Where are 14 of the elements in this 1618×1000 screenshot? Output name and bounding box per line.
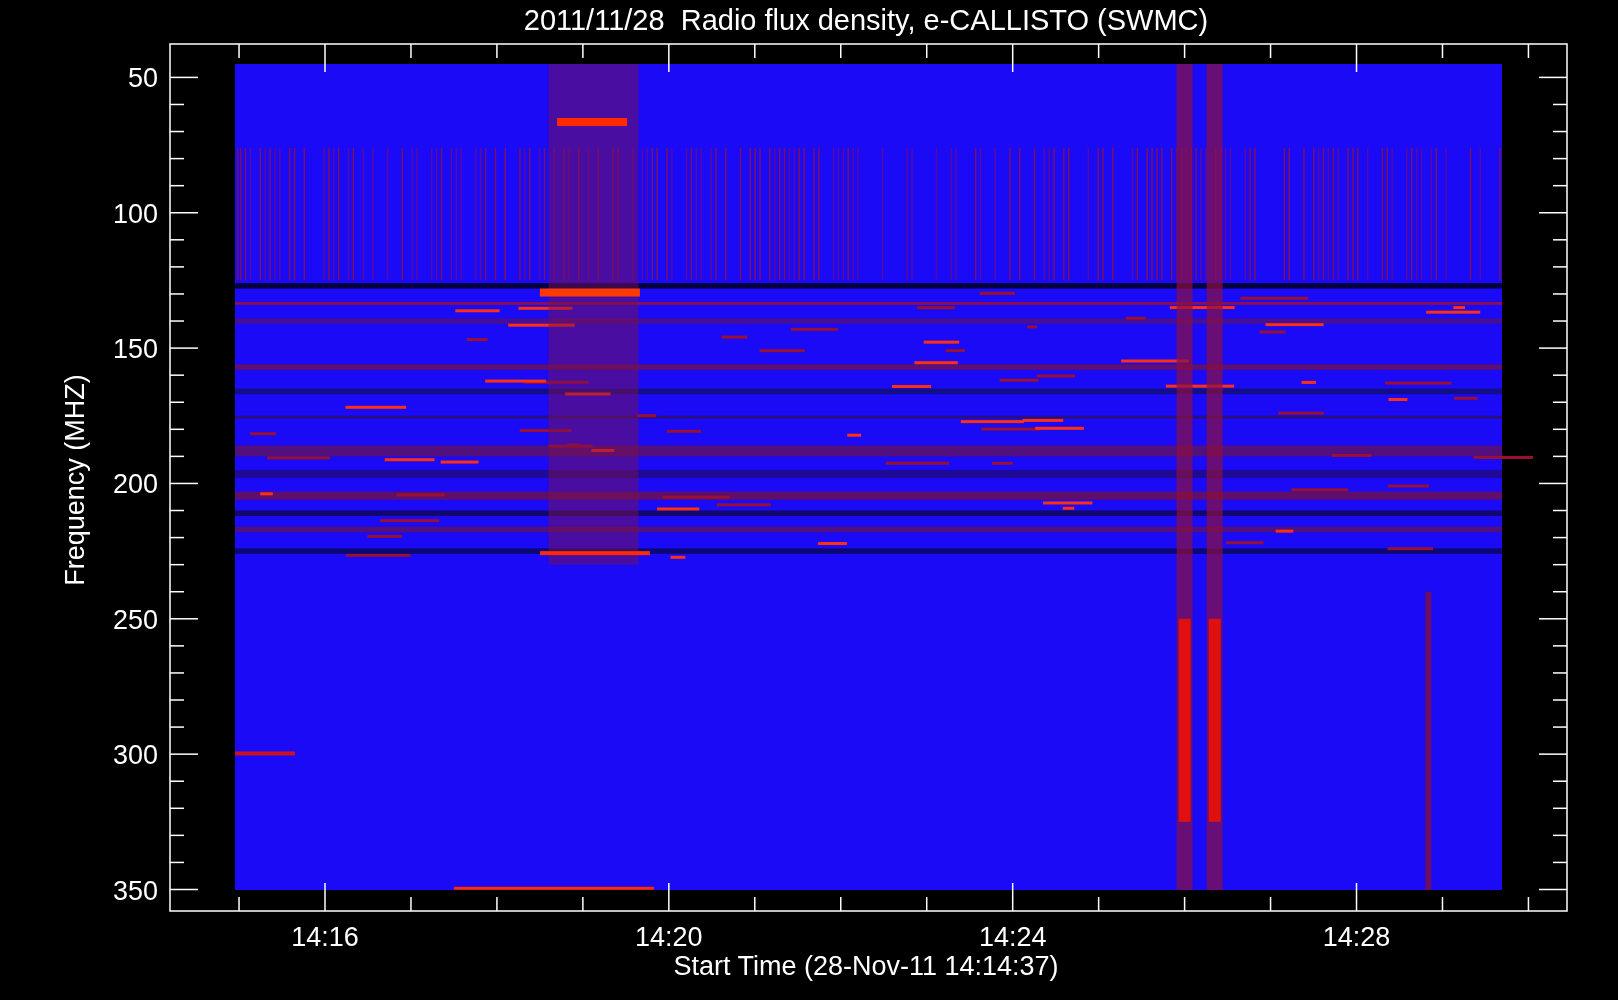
y-axis-title: Frequency (MHZ) (60, 374, 90, 586)
y-tick-label: 350 (112, 875, 158, 906)
x-tick-label: 14:16 (291, 922, 359, 952)
x-tick-label: 14:24 (978, 922, 1047, 952)
y-tick-label: 300 (112, 740, 158, 771)
x-tick-label: 14:20 (635, 922, 703, 952)
x-axis-title: Start Time (28-Nov-11 14:14:37) (673, 951, 1059, 981)
chart-title: 2011/11/28 Radio flux density, e-CALLISTO (SWMC) (523, 4, 1209, 36)
y-tick-label: 50 (127, 63, 158, 94)
y-tick-label: 150 (112, 334, 158, 365)
y-tick-label: 200 (112, 469, 158, 500)
y-tick-label: 250 (112, 604, 158, 635)
y-tick-label: 100 (112, 198, 158, 229)
x-tick-label: 14:28 (1322, 922, 1391, 952)
